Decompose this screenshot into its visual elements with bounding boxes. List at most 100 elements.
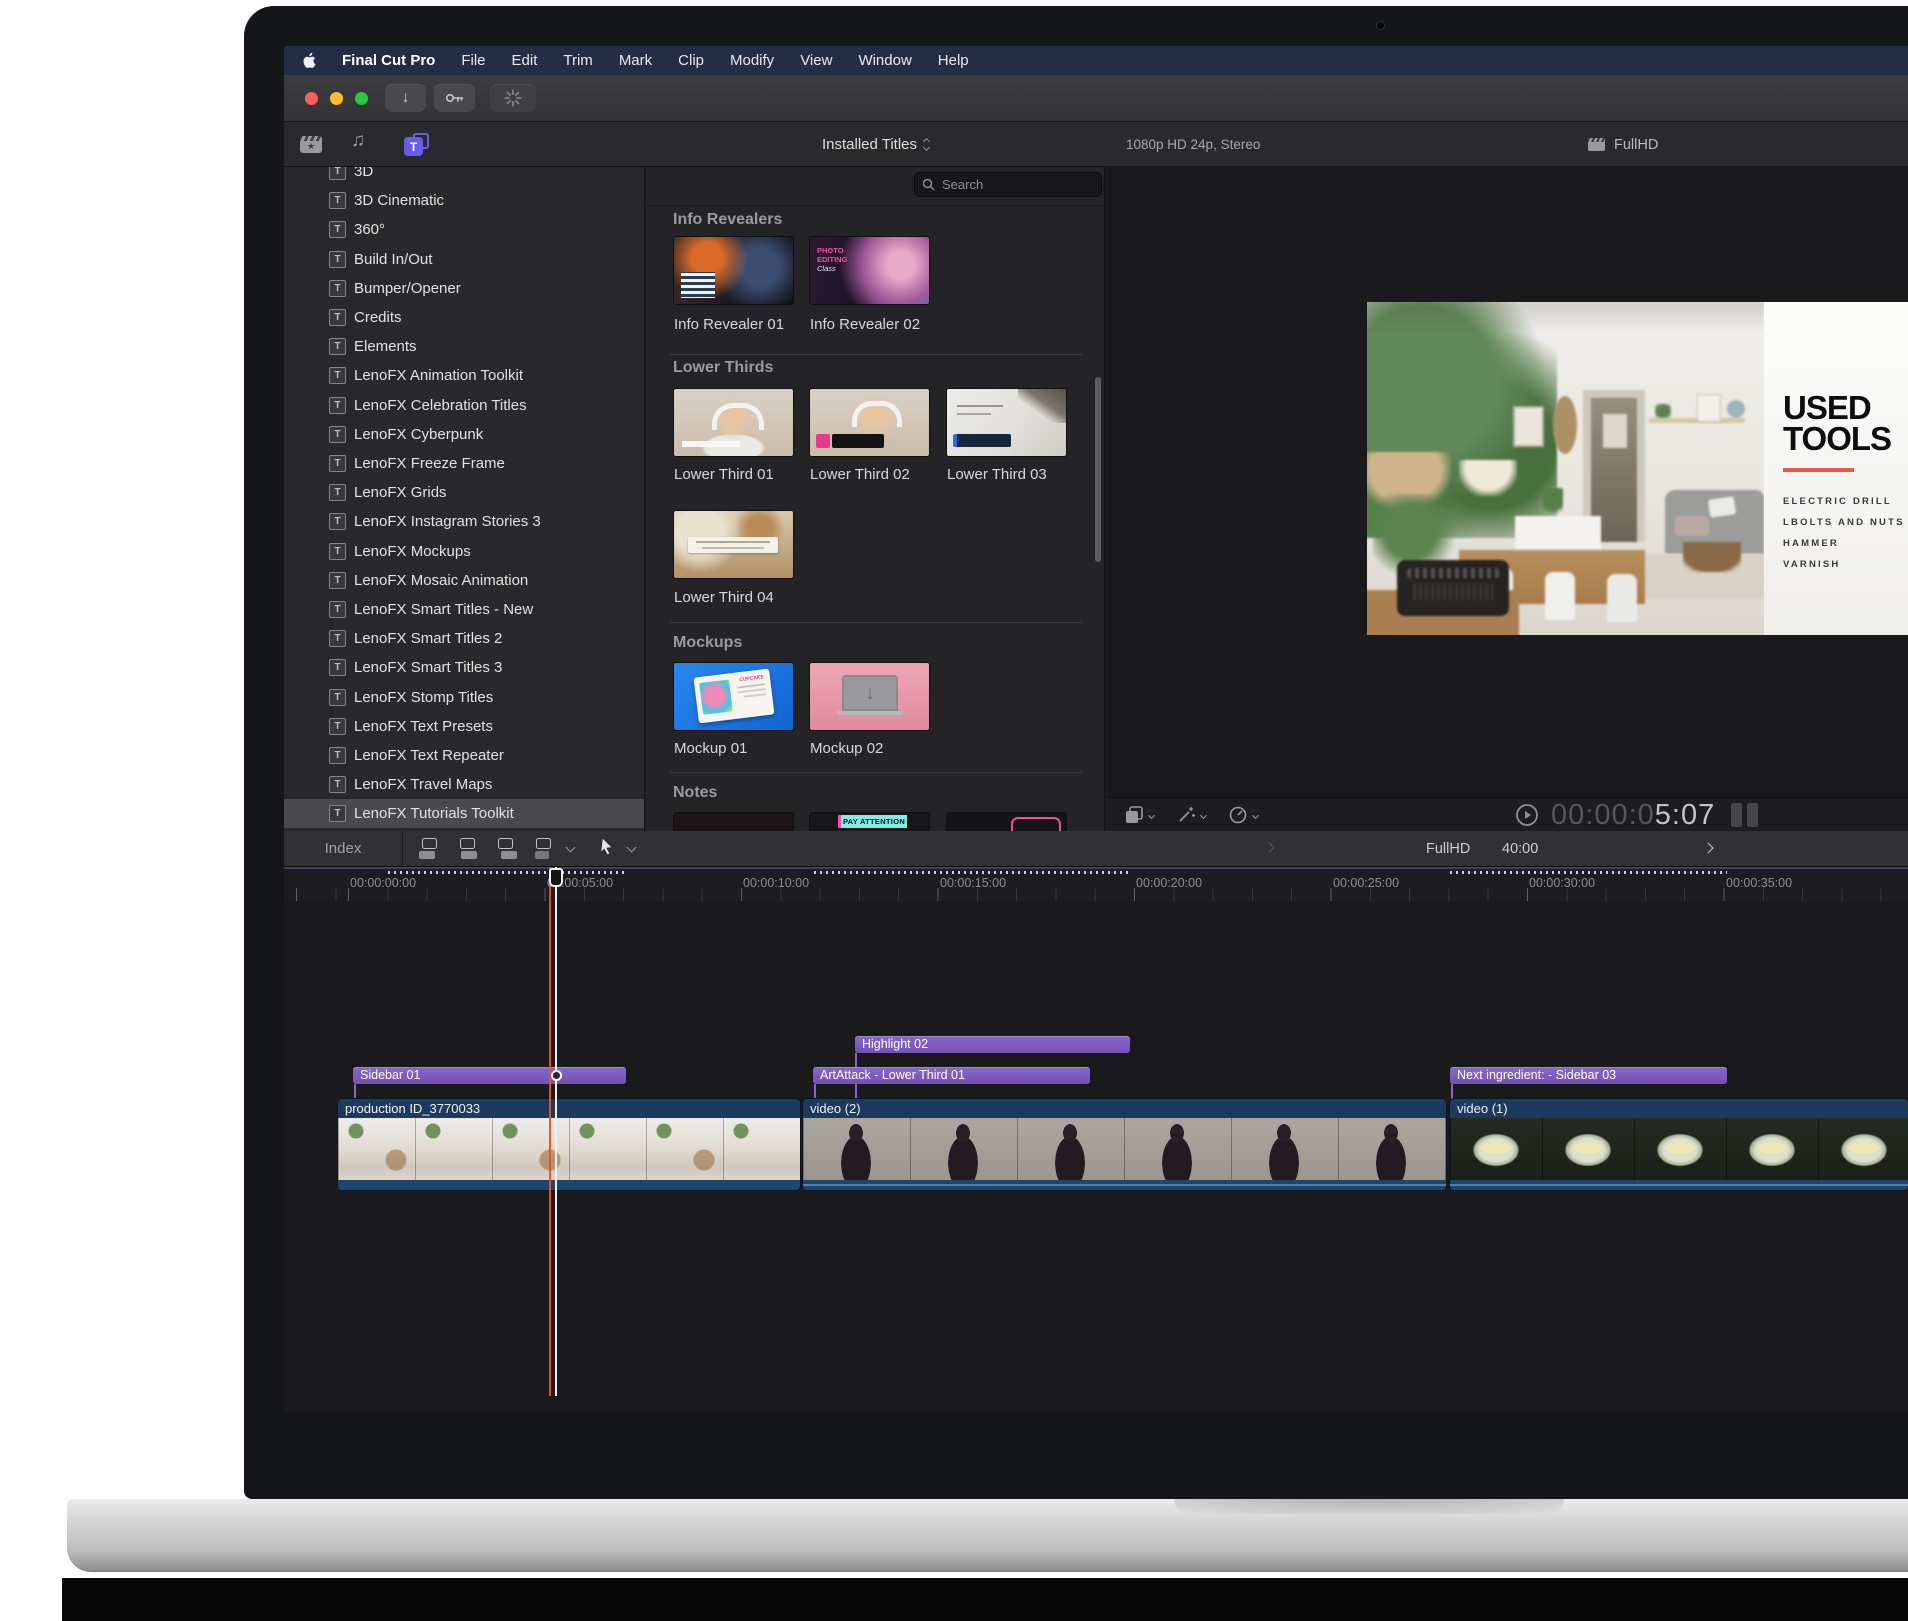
title-clip-artattack-lower-third-01[interactable]: ArtAttack - Lower Third 01 [813,1067,1090,1084]
chevron-up-down-icon [924,139,929,150]
sidebar-item[interactable]: TBuild In/Out [284,245,644,274]
sidebar-item[interactable]: TLenoFX Mosaic Animation [284,566,644,595]
thumb-note-partial[interactable] [947,813,1066,831]
video-clip-video-2[interactable]: video (2) [803,1099,1446,1190]
timeline-ruler[interactable]: 00:00:00:00 00:00:05:00 00:00:10:00 00:0… [284,867,1908,901]
menu-app-name[interactable]: Final Cut Pro [342,52,435,69]
ribbon-banner [688,537,778,553]
menu-item-edit[interactable]: Edit [512,52,538,69]
thumb-info-revealer-02[interactable]: PHOTO EDITING Class [810,237,929,304]
browser-mode-selector[interactable]: Installed Titles [646,122,1105,167]
title-clip-sidebar-01[interactable]: Sidebar 01 [353,1067,626,1084]
close-window-button[interactable] [305,92,318,105]
sidebar-item[interactable]: TLenoFX Text Repeater [284,741,644,770]
title-clip-next-ingredient-sidebar-03[interactable]: Next ingredient: - Sidebar 03 [1450,1067,1727,1084]
sidebar-item[interactable]: TBumper/Opener [284,274,644,303]
timeline-project-name[interactable]: FullHD [1426,831,1470,866]
sidebar-item[interactable]: TLenoFX Travel Maps [284,770,644,799]
playhead-line[interactable] [555,867,557,1396]
menu-item-view[interactable]: View [800,52,832,69]
title-clip-highlight-02[interactable]: Highlight 02 [855,1036,1130,1053]
magic-wand-icon [1176,805,1196,825]
index-button[interactable]: Index [284,831,403,866]
thumb-note-partial[interactable]: PAY ATTENTION [810,813,929,831]
audio-meter-left[interactable] [1731,803,1742,827]
title-category-icon: T [329,221,346,238]
sidebar-item-selected[interactable]: TLenoFX Tutorials Toolkit [284,799,644,828]
sidebar-item[interactable]: TLenoFX Freeze Frame [284,449,644,478]
chevron-down-icon[interactable] [566,843,576,853]
thumb-lower-third-02[interactable] [810,389,929,456]
previous-project-icon[interactable] [1265,843,1275,853]
thumb-mockup-02[interactable]: ↓ [810,663,929,730]
sidebar-item[interactable]: T3D Cinematic [284,186,644,215]
menu-item-trim[interactable]: Trim [563,52,592,69]
thumb-lower-third-04[interactable] [674,511,793,578]
connect-edit-icon[interactable] [418,837,442,860]
menu-item-mark[interactable]: Mark [619,52,652,69]
search-field[interactable] [914,172,1102,197]
headphones-graphic [852,401,902,427]
sidebar-item[interactable]: TLenoFX Smart Titles 2 [284,624,644,653]
page-footer-strip [62,1578,1908,1621]
sidebar-item[interactable]: TLenoFX Instagram Stories 3 [284,507,644,536]
thumb-info-revealer-01[interactable] [674,237,793,304]
background-tasks-button[interactable] [490,84,536,112]
play-timecode-icon[interactable] [1514,802,1540,831]
spinner-icon [504,89,522,107]
menu-item-modify[interactable]: Modify [730,52,774,69]
enhancements-button[interactable] [1176,805,1206,825]
sidebar-item[interactable]: TLenoFX Animation Toolkit [284,361,644,390]
next-project-icon[interactable] [1702,842,1713,853]
sidebar-item[interactable]: T3D [284,167,644,186]
sidebar-item[interactable]: TLenoFX Grids [284,478,644,507]
keyframe-dot[interactable] [551,1070,562,1081]
zoom-window-button[interactable] [355,92,368,105]
menu-item-window[interactable]: Window [858,52,911,69]
thumb-lower-third-01[interactable] [674,389,793,456]
sidebar-item[interactable]: TLenoFX Smart Titles 3 [284,653,644,682]
chevron-down-icon[interactable] [627,843,637,853]
menu-item-file[interactable]: File [461,52,485,69]
insert-edit-icon[interactable] [456,837,480,860]
thumb-label: Info Revealer 02 [810,316,920,333]
clip-label: Highlight 02 [862,1037,928,1051]
name-banner [953,434,1011,447]
search-input[interactable] [940,176,1094,193]
browser-scrollbar[interactable] [1095,377,1101,562]
minimize-window-button[interactable] [330,92,343,105]
playhead-handle[interactable] [549,868,563,887]
view-options-button[interactable] [1124,805,1154,825]
sidebar-item[interactable]: TLenoFX Celebration Titles [284,391,644,420]
sidebar-item[interactable]: TLenoFX Cyberpunk [284,420,644,449]
sidebar-item[interactable]: T360° [284,215,644,244]
pointer-tool-button[interactable] [600,837,615,861]
clapperboard-star-icon[interactable] [300,136,322,153]
thumb-note-partial[interactable] [674,813,793,831]
titles-browser-icon[interactable]: T [404,133,429,156]
video-clip-video-1[interactable]: video (1) [1450,1099,1908,1190]
import-media-button[interactable]: ↓ [385,84,426,112]
overwrite-edit-icon[interactable] [532,837,556,860]
thumb-mockup-01[interactable]: CUPCAKE [674,663,793,730]
sidebar-item[interactable]: TLenoFX Smart Titles - New [284,595,644,624]
sidebar-item[interactable]: TLenoFX Text Presets [284,712,644,741]
sidebar-item[interactable]: TCredits [284,303,644,332]
keywords-button[interactable] [434,84,475,112]
audio-meter-right[interactable] [1747,803,1758,827]
video-clip-production[interactable]: production ID_3770033 [338,1099,800,1190]
retime-button[interactable] [1228,805,1258,825]
append-edit-icon[interactable] [494,837,518,860]
sidebar-item[interactable]: TLenoFX Mockups [284,537,644,566]
menu-item-clip[interactable]: Clip [678,52,704,69]
thumb-lower-third-03[interactable] [947,389,1066,456]
apple-logo-icon[interactable] [302,52,316,69]
music-note-icon[interactable] [351,130,365,152]
video-preview[interactable]: USED TOOLS ELECTRIC DRILL LBOLTS AND NUT… [1367,302,1908,635]
ruler-timecode: 00:00:15:00 [940,876,1006,890]
sidebar-item[interactable]: TElements [284,332,644,361]
sidebar-item[interactable]: TLenoFX Stomp Titles [284,683,644,712]
menu-item-help[interactable]: Help [938,52,969,69]
skimmer-line [549,867,551,1396]
viewer-format-info: 1080p HD 24p, Stereo [1126,122,1260,167]
